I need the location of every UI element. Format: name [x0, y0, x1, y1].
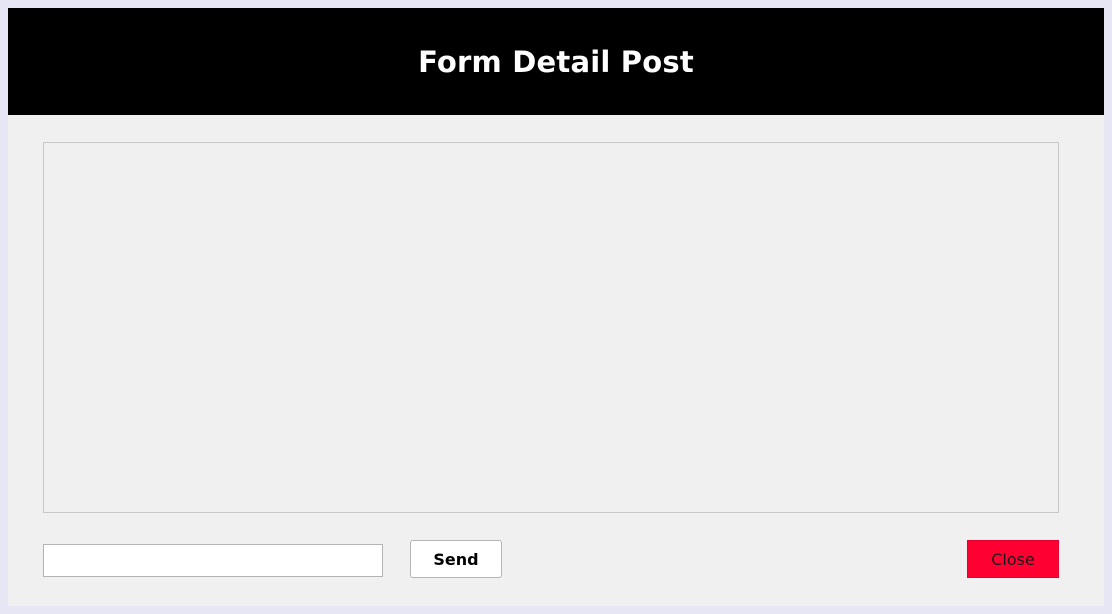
page-title: Form Detail Post — [418, 44, 694, 79]
header-bar: Form Detail Post — [8, 8, 1104, 115]
message-input[interactable] — [43, 544, 383, 577]
close-button[interactable]: Close — [967, 540, 1059, 578]
send-button[interactable]: Send — [410, 540, 502, 578]
post-content-area[interactable] — [43, 142, 1059, 513]
